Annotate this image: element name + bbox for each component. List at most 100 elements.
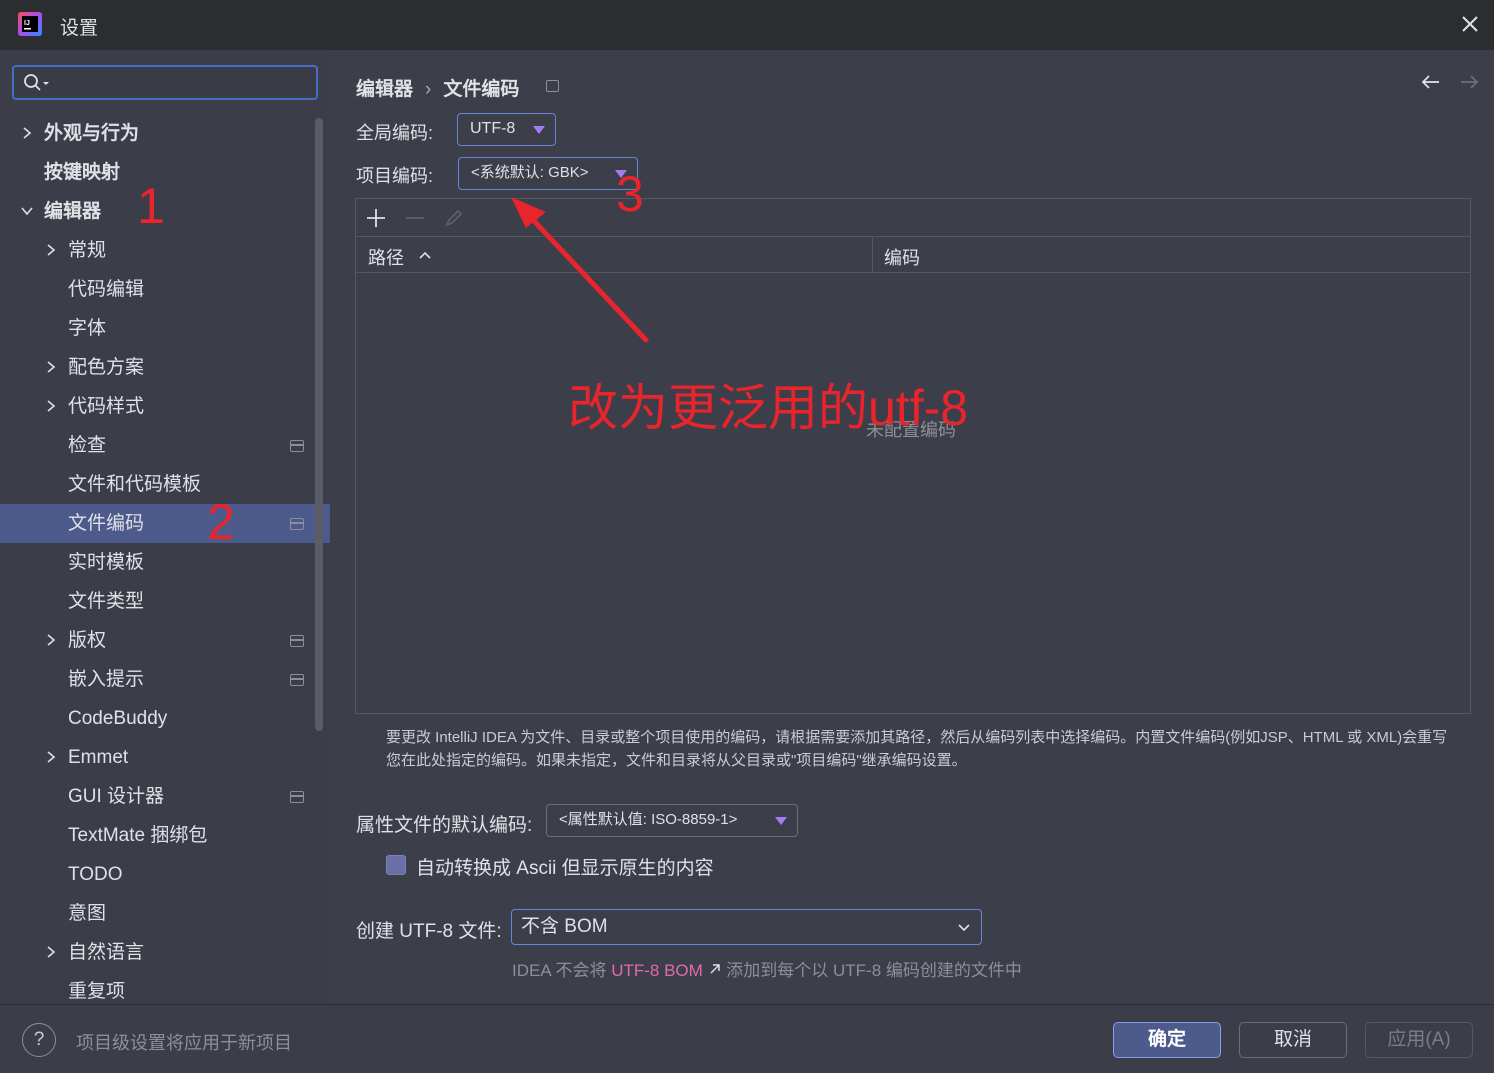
edit-pencil-icon[interactable] <box>443 207 465 229</box>
sidebar-item-file-types[interactable]: 文件类型 <box>0 582 316 621</box>
dropdown-arrow-icon <box>775 817 787 825</box>
sidebar-item-todo[interactable]: TODO <box>0 855 316 894</box>
arrow-right-icon[interactable] <box>1458 72 1480 92</box>
sidebar-item-label: 文件类型 <box>68 591 145 612</box>
sidebar-item-duplicates[interactable]: 重复项 <box>0 972 316 1004</box>
sidebar-item-code-style[interactable]: 代码样式 <box>0 387 316 426</box>
cancel-button[interactable]: 取消 <box>1239 1022 1347 1058</box>
ok-button[interactable]: 确定 <box>1113 1022 1221 1058</box>
chevron-down-icon <box>21 207 33 216</box>
ascii-conversion-checkbox[interactable] <box>386 855 406 875</box>
table-toolbar <box>356 199 1470 237</box>
project-scope-icon <box>290 518 304 530</box>
sidebar-item-label: 嵌入提示 <box>68 669 145 690</box>
chevron-right-icon <box>47 244 56 256</box>
column-divider[interactable] <box>872 237 873 273</box>
sidebar-item-label: Emmet <box>68 747 129 768</box>
sidebar-item-color-scheme[interactable]: 配色方案 <box>0 348 316 387</box>
settings-main-panel: 编辑器 › 文件编码 全局编码: UTF-8 项目编码: <系统默认: GBK> <box>330 50 1494 1004</box>
sidebar-item-label: 字体 <box>68 318 107 339</box>
sidebar-item-gui-designer[interactable]: GUI 设计器 <box>0 777 316 816</box>
bom-link[interactable]: UTF-8 BOM <box>611 961 703 980</box>
project-encoding-label: 项目编码: <box>356 166 434 186</box>
sidebar-item-natural-languages[interactable]: 自然语言 <box>0 933 316 972</box>
sidebar-item-label: 版权 <box>68 630 107 651</box>
bom-label: 创建 UTF-8 文件: <box>356 921 502 942</box>
properties-encoding-dropdown[interactable]: <属性默认值: ISO-8859-1> <box>546 804 798 837</box>
search-box[interactable] <box>12 65 318 100</box>
table-header: 路径 编码 <box>356 237 1470 273</box>
intellij-logo-icon: IJ <box>18 12 42 36</box>
chevron-right-icon <box>47 751 56 763</box>
bom-select-value: 不含 BOM <box>521 916 608 937</box>
properties-encoding-value: <属性默认值: ISO-8859-1> <box>559 811 738 828</box>
encoding-info-text: 要更改 IntelliJ IDEA 为文件、目录或整个项目使用的编码，请根据需要… <box>386 729 1448 769</box>
title-bar: IJ 设置 <box>0 0 1494 50</box>
sidebar-item-label: 编辑器 <box>44 201 102 222</box>
ascii-conversion-label[interactable]: 自动转换成 Ascii 但显示原生的内容 <box>416 853 714 880</box>
settings-sidebar: 外观与行为 按键映射 编辑器 常规 代码编辑 字体 配色方案 代码样式 检查 文… <box>0 50 330 1004</box>
sidebar-item-label: 文件和代码模板 <box>68 474 202 495</box>
annotation-number-1: 1 <box>137 178 165 234</box>
project-encoding-dropdown[interactable]: <系统默认: GBK> <box>458 157 638 190</box>
sidebar-item-label: 文件编码 <box>68 513 145 534</box>
sidebar-item-inlay-hints[interactable]: 嵌入提示 <box>0 660 316 699</box>
sidebar-item-live-templates[interactable]: 实时模板 <box>0 543 316 582</box>
project-encoding-value: <系统默认: GBK> <box>471 164 589 181</box>
footer-note: 项目级设置将应用于新项目 <box>76 1033 292 1053</box>
project-scope-icon <box>290 791 304 803</box>
external-link-icon <box>710 964 720 974</box>
project-scope-icon <box>290 635 304 647</box>
sidebar-item-label: TODO <box>68 864 123 885</box>
properties-encoding-label: 属性文件的默认编码: <box>356 815 533 836</box>
help-icon[interactable]: ? <box>22 1023 56 1057</box>
apply-button[interactable]: 应用(A) <box>1365 1022 1473 1058</box>
sidebar-item-label: 重复项 <box>68 981 126 1002</box>
chevron-down-icon <box>958 924 970 932</box>
sidebar-item-codebuddy[interactable]: CodeBuddy <box>0 699 316 738</box>
search-icon <box>24 74 49 91</box>
chevron-right-icon <box>47 634 56 646</box>
sidebar-item-label: 配色方案 <box>68 357 145 378</box>
add-icon[interactable] <box>365 207 387 229</box>
sidebar-scrollbar[interactable] <box>315 118 323 731</box>
remove-icon[interactable] <box>404 207 426 229</box>
sidebar-item-label: CodeBuddy <box>68 708 168 729</box>
global-encoding-dropdown[interactable]: UTF-8 <box>457 113 556 146</box>
breadcrumb-parent[interactable]: 编辑器 <box>356 79 413 100</box>
project-scope-icon <box>290 674 304 686</box>
bom-hint: IDEA 不会将 UTF-8 BOM 添加到每个以 UTF-8 编码创建的文件中 <box>512 956 1022 981</box>
sidebar-item-label: 检查 <box>68 435 107 456</box>
bom-select[interactable]: 不含 BOM <box>511 909 982 945</box>
sidebar-item-label: 外观与行为 <box>44 123 140 144</box>
global-encoding-value: UTF-8 <box>470 120 516 137</box>
sidebar-item-label: 实时模板 <box>68 552 145 573</box>
svg-text:IJ: IJ <box>24 20 30 27</box>
sidebar-item-file-templates[interactable]: 文件和代码模板 <box>0 465 316 504</box>
column-header-encoding[interactable]: 编码 <box>884 244 920 270</box>
sidebar-item-label: 自然语言 <box>68 942 145 963</box>
sidebar-item-inspections[interactable]: 检查 <box>0 426 316 465</box>
sidebar-item-label: 按键映射 <box>44 162 121 183</box>
global-encoding-label: 全局编码: <box>356 123 434 143</box>
encoding-mapping-table: 路径 编码 未配置编码 <box>355 198 1471 714</box>
sidebar-item-general[interactable]: 常规 <box>0 231 316 270</box>
close-icon[interactable] <box>1455 9 1485 39</box>
sidebar-item-font[interactable]: 字体 <box>0 309 316 348</box>
dropdown-arrow-icon <box>533 126 545 134</box>
breadcrumb-current: 文件编码 <box>443 79 520 100</box>
search-input[interactable] <box>58 70 308 96</box>
annotation-number-2: 2 <box>207 494 235 550</box>
sidebar-item-label: 意图 <box>68 903 107 924</box>
breadcrumb-separator-icon: › <box>425 79 432 100</box>
sidebar-item-code-editing[interactable]: 代码编辑 <box>0 270 316 309</box>
column-header-path[interactable]: 路径 <box>368 244 431 270</box>
sidebar-item-textmate[interactable]: TextMate 捆绑包 <box>0 816 316 855</box>
sidebar-item-label: TextMate 捆绑包 <box>68 825 208 846</box>
sidebar-item-intentions[interactable]: 意图 <box>0 894 316 933</box>
sidebar-item-file-encodings[interactable]: 文件编码 <box>0 504 330 543</box>
sidebar-item-copyright[interactable]: 版权 <box>0 621 316 660</box>
arrow-left-icon[interactable] <box>1420 72 1442 92</box>
sidebar-item-appearance[interactable]: 外观与行为 <box>0 114 316 153</box>
sidebar-item-emmet[interactable]: Emmet <box>0 738 316 777</box>
